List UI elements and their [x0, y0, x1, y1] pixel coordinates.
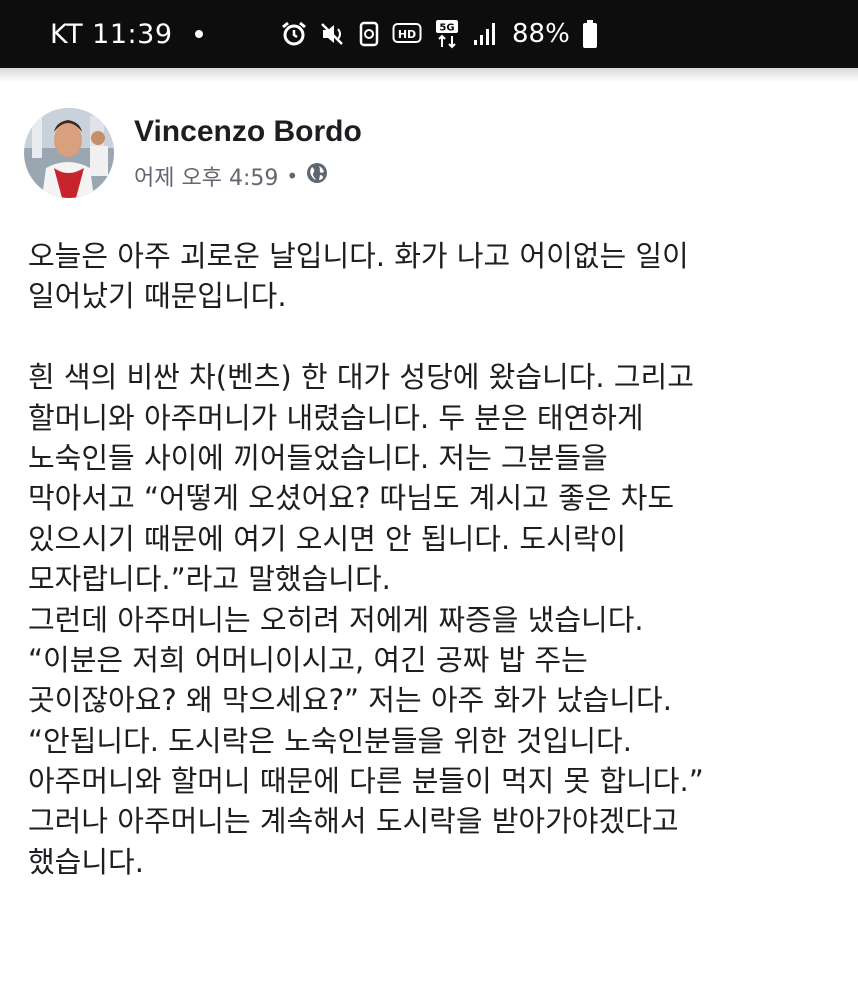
hd-voice-icon: HD: [392, 21, 422, 47]
globe-icon[interactable]: [306, 162, 328, 190]
notification-dot-icon: [194, 30, 203, 38]
status-bar-shadow: [0, 68, 858, 82]
post-text-line: 그러나 아주머니는 계속해서 도시락을 받아가야겠다고: [28, 804, 679, 839]
post-text-line: 노숙인들 사이에 끼어들었습니다. 저는 그분들을: [28, 440, 608, 475]
post-body: 오늘은 아주 괴로운 날입니다. 화가 나고 어이없는 일이일어났기 때문입니다…: [28, 236, 838, 882]
post-text-line: 모자랍니다.”라고 말했습니다.: [28, 562, 391, 597]
post-text-line: “안됩니다. 도시락은 노숙인분들을 위한 것입니다.: [28, 723, 632, 758]
post-text-line: 흰 색의 비싼 차(벤츠) 한 대가 성당에 왔습니다. 그리고: [28, 360, 694, 395]
avatar[interactable]: [24, 108, 114, 198]
carrier-time: KT 11:39: [50, 18, 173, 50]
battery-icon: [582, 19, 598, 49]
post-text-line: 있으시기 때문에 여기 오시면 안 됩니다. 도시락이: [28, 521, 627, 556]
5g-label: 5G: [439, 23, 454, 34]
mute-icon: [320, 20, 346, 48]
post-text-line: 했습니다.: [28, 844, 144, 879]
meta-separator: •: [286, 164, 299, 188]
post-text-line: 막아서고 “어떻게 오셨어요? 따님도 계시고 좋은 차도: [28, 481, 675, 516]
5g-icon: 5G: [434, 19, 460, 49]
hd-label: HD: [398, 28, 416, 41]
header-text: Vincenzo Bordo 어제 오후 4:59 •: [134, 112, 362, 192]
post-text-line: “이분은 저희 어머니이시고, 여긴 공짜 밥 주는: [28, 642, 588, 677]
post-text-line: 일어났기 때문입니다.: [28, 279, 287, 314]
alarm-icon: [280, 20, 308, 48]
signal-icon: [472, 21, 498, 47]
battery-percent: 88%: [512, 19, 570, 49]
status-bar: KT 11:39 HD 5G 88%: [0, 0, 858, 68]
post-text-line: 오늘은 아주 괴로운 날입니다. 화가 나고 어이없는 일이: [28, 239, 689, 273]
post-text-line: 할머니와 아주머니가 내렸습니다. 두 분은 태연하게: [28, 400, 644, 435]
post-header: Vincenzo Bordo 어제 오후 4:59 •: [24, 108, 362, 198]
post-meta: 어제 오후 4:59 •: [134, 160, 362, 192]
data-saver-icon: [358, 21, 380, 47]
post-text-line: 그런데 아주머니는 오히려 저에게 짜증을 냈습니다.: [28, 602, 644, 637]
post-text-line: 아주머니와 할머니 때문에 다른 분들이 먹지 못 합니다.”: [28, 764, 704, 799]
status-left: KT 11:39: [50, 19, 203, 50]
post-timestamp[interactable]: 어제 오후 4:59: [134, 160, 278, 192]
post-text-line: 곳이잖아요? 왜 막으세요?” 저는 아주 화가 났습니다.: [28, 683, 672, 718]
status-icons: HD 5G 88%: [280, 0, 598, 68]
author-name[interactable]: Vincenzo Bordo: [134, 112, 362, 152]
